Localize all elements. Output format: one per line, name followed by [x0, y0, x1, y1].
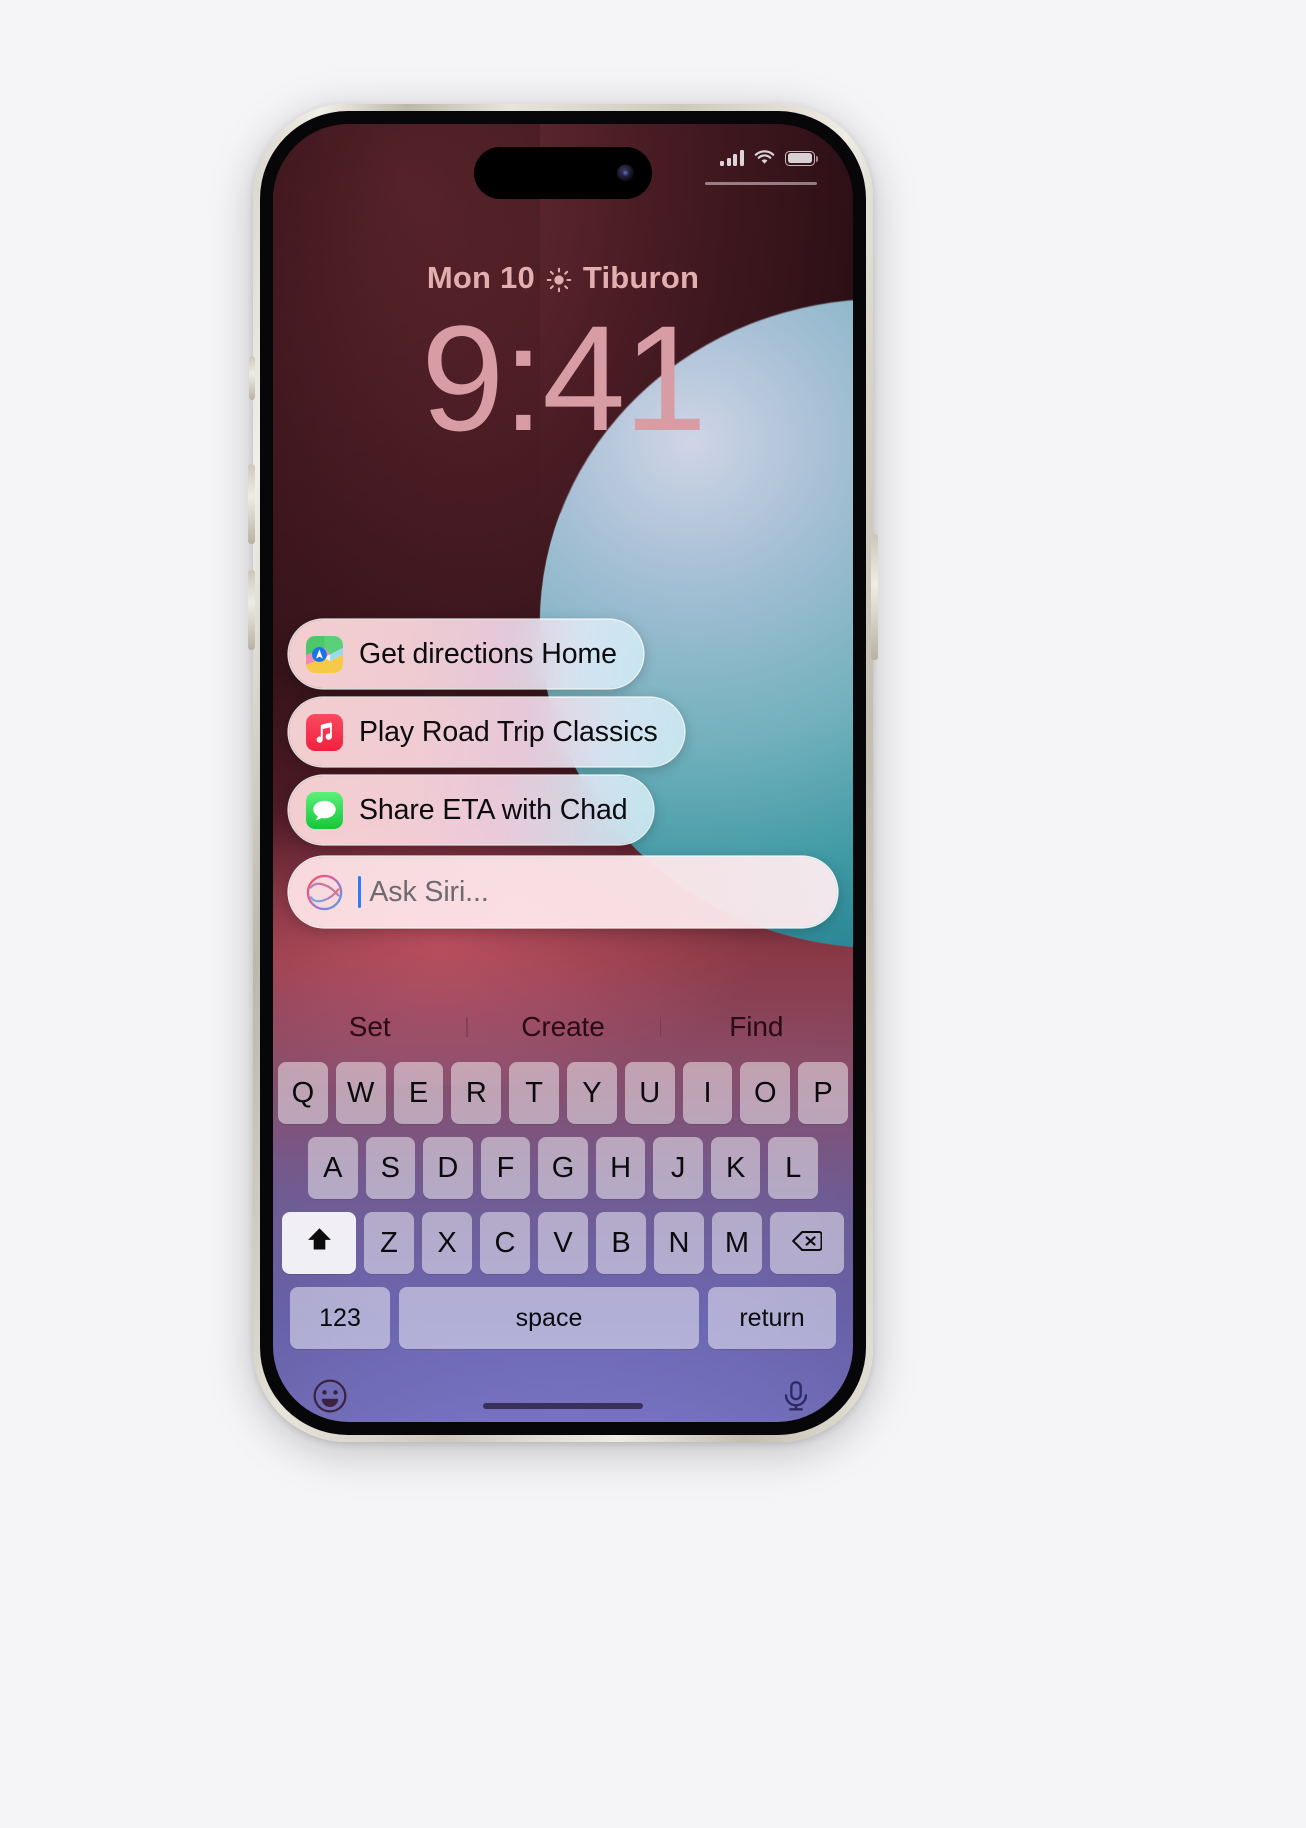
siri-suggestion-chip-directions[interactable]: Get directions Home	[289, 620, 643, 688]
lock-screen-date-row: Mon 10 Tiburon	[273, 260, 853, 296]
siri-orb-icon	[305, 873, 344, 912]
cellular-signal-icon	[720, 150, 744, 166]
iphone-device-frame: Mon 10 Tiburon 9:41 Get directions Home …	[248, 104, 878, 1442]
shift-arrow-icon	[306, 1226, 333, 1261]
key-c[interactable]: C	[480, 1212, 530, 1274]
shift-key[interactable]	[282, 1212, 356, 1274]
messages-app-icon	[306, 791, 343, 829]
microphone-icon[interactable]	[778, 1378, 814, 1414]
key-g[interactable]: G	[538, 1137, 588, 1199]
phone-screen: Mon 10 Tiburon 9:41 Get directions Home …	[273, 124, 853, 1422]
key-f[interactable]: F	[480, 1137, 531, 1199]
predictive-text-bar: Set Create Find	[273, 996, 853, 1058]
chip-label: Get directions Home	[359, 637, 617, 670]
front-camera-icon	[617, 164, 634, 182]
silent-switch[interactable]	[249, 356, 255, 400]
chip-label: Play Road Trip Classics	[359, 715, 658, 748]
predictive-item-create[interactable]: Create	[466, 1011, 659, 1043]
emoji-smiley-icon[interactable]	[312, 1378, 348, 1414]
key-v[interactable]: V	[538, 1212, 588, 1274]
siri-suggestion-chip-messages[interactable]: Share ETA with Chad	[289, 776, 654, 844]
lock-screen-location: Tiburon	[582, 260, 700, 295]
delete-backspace-icon	[792, 1227, 823, 1260]
screenshot-stage: Mon 10 Tiburon 9:41 Get directions Home …	[0, 0, 1306, 1828]
power-button[interactable]	[871, 534, 878, 660]
key-j[interactable]: J	[653, 1137, 703, 1199]
music-app-icon	[306, 713, 343, 751]
key-b[interactable]: B	[596, 1212, 646, 1274]
siri-suggestions-panel: Get directions Home Play Road Trip Class…	[273, 620, 853, 927]
key-y[interactable]: Y	[567, 1062, 617, 1124]
key-d[interactable]: D	[423, 1137, 473, 1199]
key-e[interactable]: E	[393, 1062, 444, 1124]
key-m[interactable]: M	[712, 1212, 762, 1274]
ask-siri-placeholder: Ask Siri...	[369, 875, 489, 908]
battery-icon	[785, 150, 819, 166]
key-i[interactable]: I	[682, 1062, 733, 1124]
key-x[interactable]: X	[422, 1212, 472, 1274]
status-bar-underline	[705, 182, 817, 185]
sun-icon	[546, 265, 572, 293]
key-p[interactable]: P	[798, 1062, 848, 1124]
keyboard-row-2: A S D F G H J K L	[278, 1137, 848, 1199]
key-r[interactable]: R	[451, 1062, 502, 1124]
key-o[interactable]: O	[740, 1062, 791, 1124]
return-key[interactable]: return	[708, 1287, 836, 1349]
lock-screen-date: Mon 10	[426, 260, 535, 295]
key-l[interactable]: L	[768, 1137, 819, 1199]
key-u[interactable]: U	[624, 1062, 675, 1124]
ask-siri-input[interactable]: Ask Siri...	[289, 857, 837, 927]
volume-down-button[interactable]	[248, 570, 255, 650]
predictive-item-set[interactable]: Set	[273, 1011, 466, 1043]
key-t[interactable]: T	[509, 1062, 559, 1124]
chip-label: Share ETA with Chad	[359, 793, 628, 826]
wifi-icon	[754, 150, 775, 166]
key-k[interactable]: K	[710, 1137, 761, 1199]
dynamic-island[interactable]	[474, 147, 652, 199]
lock-screen-clock: 9:41	[421, 294, 707, 462]
maps-app-icon	[306, 635, 343, 673]
space-key[interactable]: space	[399, 1287, 699, 1349]
keyboard-row-3: Z X C V B N M	[278, 1212, 848, 1274]
key-h[interactable]: H	[595, 1137, 646, 1199]
key-z[interactable]: Z	[364, 1212, 414, 1274]
delete-key[interactable]	[770, 1212, 844, 1274]
key-s[interactable]: S	[365, 1137, 416, 1199]
key-q[interactable]: Q	[278, 1062, 328, 1124]
keyboard-row-1: Q W E R T Y U I O P	[278, 1062, 848, 1124]
key-w[interactable]: W	[335, 1062, 386, 1124]
siri-suggestion-chip-music[interactable]: Play Road Trip Classics	[289, 698, 684, 766]
predictive-item-find[interactable]: Find	[659, 1011, 853, 1043]
numbers-key[interactable]: 123	[290, 1287, 390, 1349]
home-indicator[interactable]	[483, 1403, 643, 1409]
volume-up-button[interactable]	[248, 464, 255, 544]
text-cursor	[358, 876, 362, 908]
status-bar-right-group	[720, 150, 819, 166]
key-a[interactable]: A	[307, 1137, 358, 1199]
keyboard-row-4: 123 space return	[278, 1287, 848, 1349]
key-n[interactable]: N	[654, 1212, 704, 1274]
phone-bezel: Mon 10 Tiburon 9:41 Get directions Home …	[260, 111, 866, 1435]
on-screen-keyboard: Q W E R T Y U I O P A S D F G H J K L Z …	[273, 1058, 853, 1422]
